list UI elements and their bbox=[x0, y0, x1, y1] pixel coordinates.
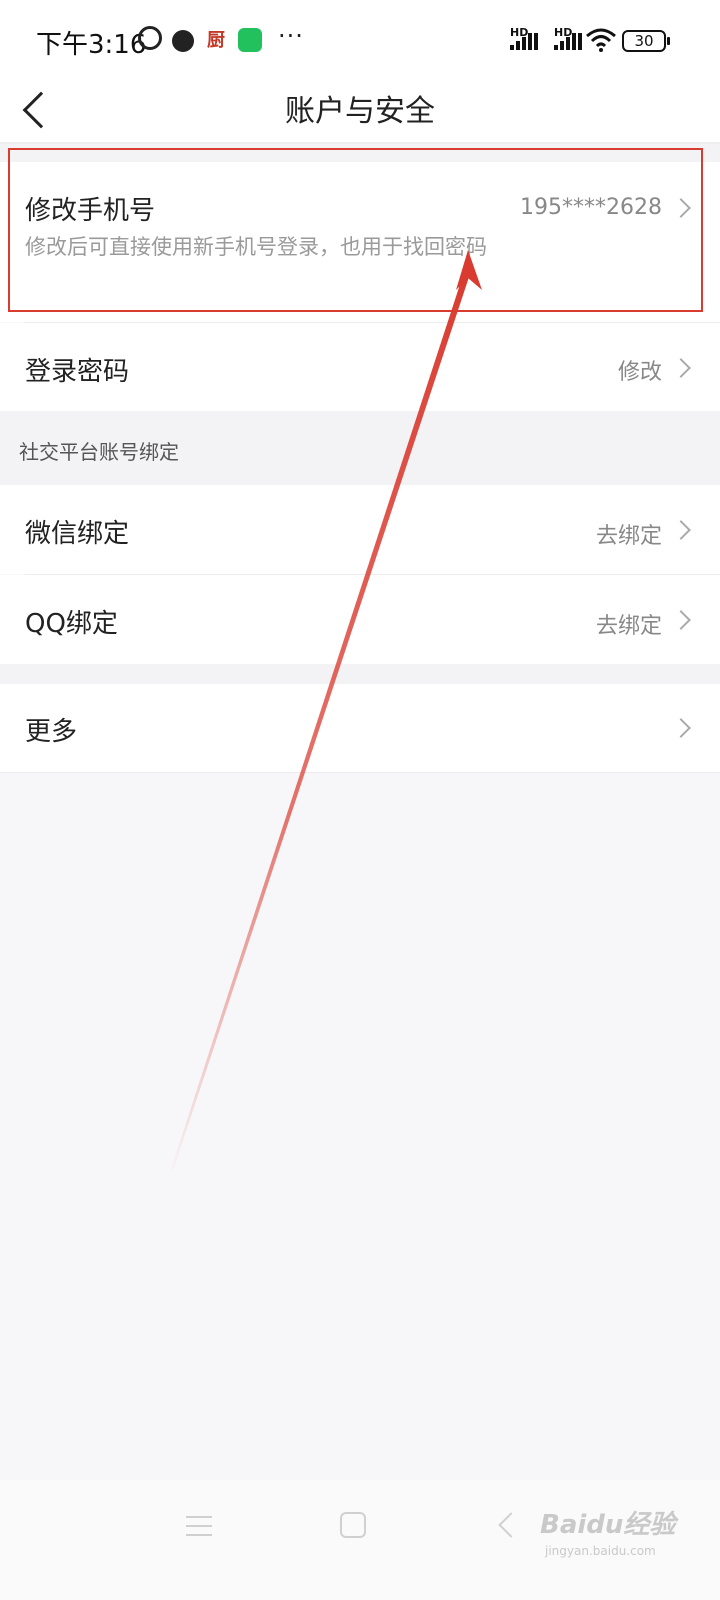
home-icon[interactable] bbox=[340, 1512, 366, 1538]
menu-icon[interactable] bbox=[186, 1516, 212, 1536]
baidu-watermark: Baidu经验 bbox=[540, 1510, 676, 1540]
annotation-arrow bbox=[168, 250, 482, 1180]
baidu-watermark-url: jingyan.baidu.com bbox=[545, 1544, 656, 1558]
